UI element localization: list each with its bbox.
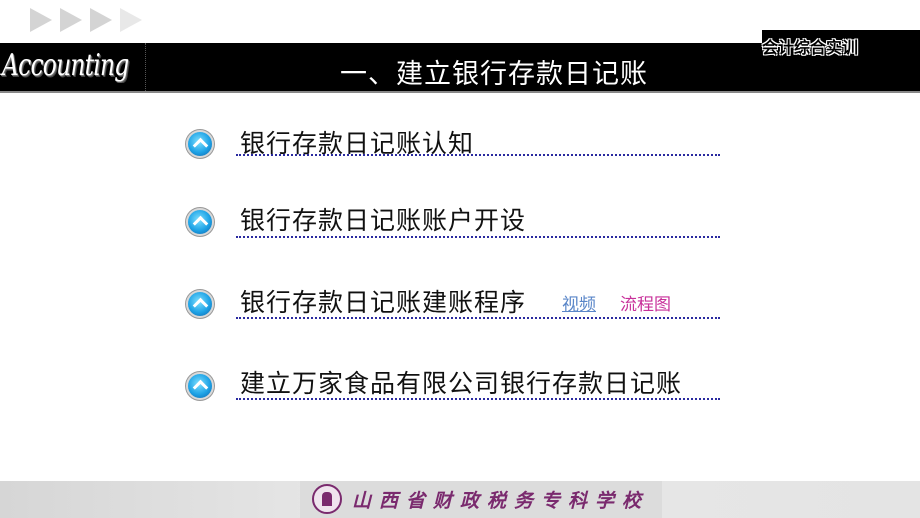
arrow-icon xyxy=(120,8,142,32)
school-seal-icon xyxy=(312,484,342,514)
logo-text: Accounting xyxy=(2,48,129,83)
arrow-icon xyxy=(30,8,52,32)
dotted-underline xyxy=(236,154,720,156)
menu-item-label[interactable]: 银行存款日记账建账程序 xyxy=(240,283,526,319)
dotted-underline xyxy=(236,317,720,319)
page-title: 一、建立银行存款日记账 xyxy=(340,59,648,90)
video-link[interactable]: 视频 xyxy=(562,290,596,315)
arrow-icon xyxy=(60,8,82,32)
circle-arrow-up-icon[interactable] xyxy=(188,210,212,234)
menu-item-label[interactable]: 建立万家食品有限公司银行存款日记账 xyxy=(240,364,682,400)
play-arrows-icon xyxy=(30,8,142,32)
dotted-underline xyxy=(236,398,720,400)
menu-item-label[interactable]: 银行存款日记账账户开设 xyxy=(240,201,526,237)
course-label: 会计综合实训 xyxy=(762,38,859,57)
flowchart-link[interactable]: 流程图 xyxy=(620,290,671,315)
dotted-underline xyxy=(236,236,720,238)
arrow-icon xyxy=(90,8,112,32)
circle-arrow-up-icon[interactable] xyxy=(188,132,212,156)
circle-arrow-up-icon[interactable] xyxy=(188,374,212,398)
school-name: 山西省财政税务专科学校 xyxy=(352,490,650,512)
circle-arrow-up-icon[interactable] xyxy=(188,292,212,316)
